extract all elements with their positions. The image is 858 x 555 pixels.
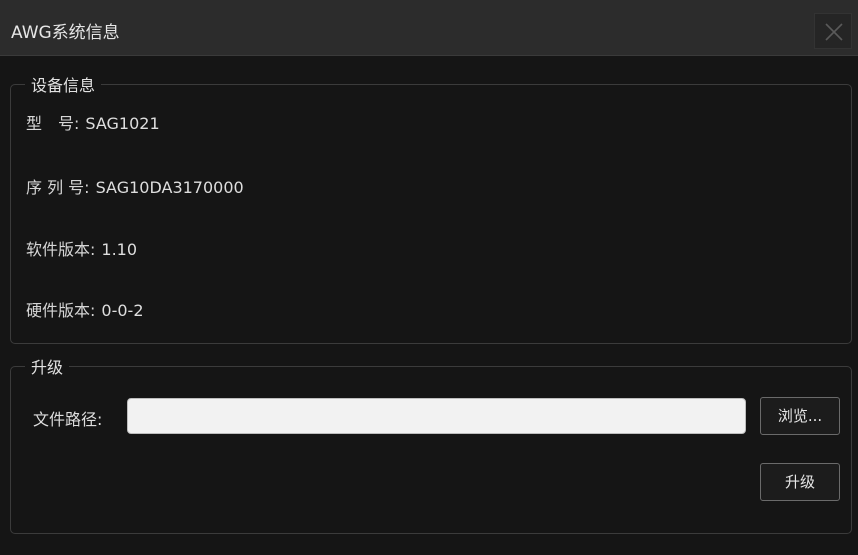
- browse-button[interactable]: 浏览...: [760, 397, 840, 435]
- file-path-input[interactable]: [127, 398, 746, 434]
- model-row: 型 号: SAG1021: [26, 110, 160, 134]
- close-icon: [825, 23, 843, 41]
- software-version-row: 软件版本: 1.10: [26, 236, 137, 260]
- hardware-version-value: 0-0-2: [101, 301, 144, 320]
- system-info-dialog: AWG系统信息 设备信息 型 号: SAG1021 序 列 号: SAG10DA31…: [0, 0, 858, 555]
- upgrade-group: 升级: [10, 354, 852, 534]
- serial-row: 序 列 号: SAG10DA3170000: [26, 174, 244, 198]
- serial-value: SAG10DA3170000: [95, 178, 244, 197]
- software-version-value: 1.10: [101, 240, 138, 259]
- software-version-label: 软件版本:: [26, 240, 96, 259]
- dialog-title: AWG系统信息: [11, 23, 120, 43]
- model-label: 型 号:: [26, 114, 80, 133]
- hardware-version-label: 硬件版本:: [26, 301, 96, 320]
- hardware-version-row: 硬件版本: 0-0-2: [26, 297, 144, 321]
- serial-label: 序 列 号:: [26, 178, 90, 197]
- file-path-label: 文件路径:: [33, 410, 103, 429]
- upgrade-group-title: 升级: [31, 358, 64, 377]
- title-bar: AWG系统信息: [0, 0, 858, 56]
- upgrade-button[interactable]: 升级: [760, 463, 840, 501]
- device-info-group-title: 设备信息: [31, 76, 96, 95]
- close-button[interactable]: [814, 13, 852, 49]
- model-value: SAG1021: [85, 114, 160, 133]
